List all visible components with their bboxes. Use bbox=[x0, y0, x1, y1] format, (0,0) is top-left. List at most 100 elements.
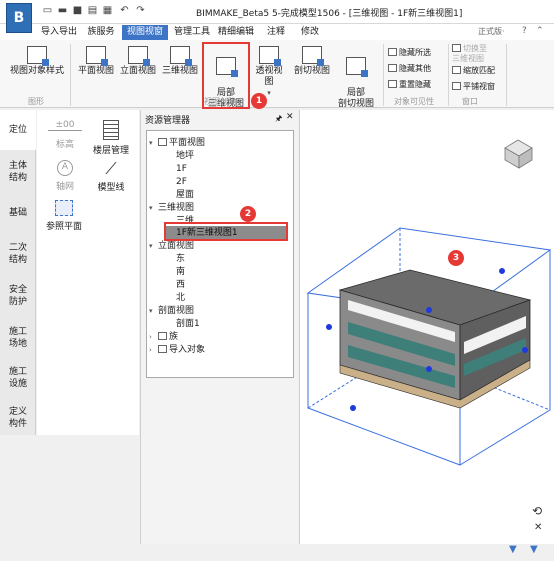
3d-viewport[interactable]: 3 ⟲ ✕ bbox=[299, 110, 554, 558]
export-icon[interactable]: ▤ bbox=[87, 5, 98, 16]
undo-icon[interactable]: ↶ bbox=[119, 5, 130, 16]
tree-node-elevation-views[interactable]: ▾ 立面视图 bbox=[149, 241, 194, 252]
close-icon[interactable]: ✕ bbox=[286, 112, 294, 122]
object-style-icon bbox=[27, 46, 49, 66]
group-label-graphics: 图形 bbox=[28, 97, 44, 106]
collapse-icon[interactable]: ▾ bbox=[149, 241, 158, 252]
ribbon-divider bbox=[70, 44, 71, 106]
local-section-view-button[interactable]: 局部 剖切视图 bbox=[336, 46, 376, 110]
left-tab-foundation[interactable]: 基础 bbox=[0, 198, 36, 228]
model-line-tool[interactable]: ⟋ 模型线 bbox=[90, 160, 132, 194]
expand-icon[interactable]: › bbox=[149, 345, 158, 356]
status-bar bbox=[0, 544, 554, 558]
reset-hide-button[interactable]: 重置隐藏 bbox=[388, 79, 431, 90]
open-folder-icon[interactable]: ▬ bbox=[57, 5, 68, 16]
tree-node-section-views[interactable]: ▾ 剖面视图 bbox=[149, 306, 194, 317]
elevation-view-button[interactable]: 立面视图 bbox=[118, 46, 158, 77]
tree-item-section-1[interactable]: 剖面1 bbox=[176, 319, 200, 330]
tab-import-export[interactable]: 导入导出 bbox=[40, 25, 78, 40]
3d-scene bbox=[306, 139, 552, 466]
tool-panel bbox=[37, 110, 139, 435]
tree-node-plan-views[interactable]: ▾ 平面视图 bbox=[149, 138, 205, 149]
collapse-icon[interactable]: ▾ bbox=[149, 203, 158, 214]
view-cube-icon[interactable] bbox=[504, 139, 533, 169]
filter-settings-icon[interactable]: ▼ bbox=[530, 544, 538, 555]
axis-net-tool[interactable]: A 轴网 bbox=[52, 160, 78, 192]
elevation-tool[interactable]: ±00 标高 bbox=[48, 120, 82, 150]
tile-icon bbox=[452, 82, 461, 90]
expand-icon[interactable]: › bbox=[149, 332, 158, 343]
tree-item-2f[interactable]: 2F bbox=[176, 177, 187, 188]
switch-to-3d-button[interactable]: 切换至 三维视图 bbox=[452, 44, 487, 64]
reference-plane-icon bbox=[55, 200, 73, 216]
left-tab-main-structure[interactable]: 主体 结构 bbox=[0, 155, 36, 189]
left-tab-safety[interactable]: 安全 防护 bbox=[0, 279, 36, 313]
collapse-icon[interactable]: ▾ bbox=[149, 138, 158, 149]
tree-node-3d-views[interactable]: ▾ 三维视图 bbox=[149, 203, 194, 214]
step-badge-2: 2 bbox=[240, 206, 256, 222]
perspective-view-button[interactable]: 透视视图 ▾ bbox=[252, 46, 286, 99]
tab-family-service[interactable]: 族服务 bbox=[82, 25, 120, 40]
tree-item-west[interactable]: 西 bbox=[176, 280, 185, 291]
tab-annotate[interactable]: 注释 bbox=[262, 25, 290, 40]
tree-item-east[interactable]: 东 bbox=[176, 254, 185, 265]
collapse-ribbon-icon[interactable]: ⌃ bbox=[536, 26, 544, 36]
tab-fine-edit[interactable]: 精细编辑 bbox=[216, 25, 256, 40]
save-icon[interactable]: ■ bbox=[72, 5, 83, 16]
tile-windows-button[interactable]: 平铺视窗 bbox=[452, 81, 495, 92]
building-model[interactable] bbox=[338, 269, 532, 409]
view-object-style-button[interactable]: 视图对象样式 bbox=[8, 46, 66, 77]
import-icon bbox=[158, 345, 167, 353]
tree-node-family[interactable]: › 族 bbox=[149, 332, 178, 343]
pin-icon[interactable]: 🖈 bbox=[275, 113, 282, 127]
left-tab-secondary-structure[interactable]: 二次 结构 bbox=[0, 237, 36, 271]
tab-modify[interactable]: 修改 bbox=[296, 25, 324, 40]
tree-item-ground[interactable]: 地坪 bbox=[176, 151, 194, 162]
ribbon-tabs: 导入导出 族服务 视图视窗 管理工具 精细编辑 注释 修改 正式版· ? ⌃ bbox=[0, 24, 554, 40]
ribbon-divider bbox=[506, 44, 507, 106]
reference-plane-tool[interactable]: 参照平面 bbox=[44, 200, 84, 232]
window-title: BIMMAKE_Beta5 5-完成模型1506 - [三维视图 - 1F新三维… bbox=[196, 9, 463, 19]
tree-node-imported-objects[interactable]: › 导入对象 bbox=[149, 345, 205, 356]
floor-management-tool[interactable]: 楼层管理 bbox=[90, 120, 132, 156]
filter-icon[interactable]: ▼ bbox=[509, 544, 517, 555]
tree-item-1f[interactable]: 1F bbox=[176, 164, 187, 175]
tab-view-window[interactable]: 视图视窗 bbox=[122, 25, 168, 40]
left-tab-define-component[interactable]: 定义 构件 bbox=[0, 401, 36, 435]
rotate-icon[interactable]: ⟲ bbox=[532, 504, 542, 518]
app-logo[interactable]: B bbox=[6, 3, 32, 33]
group-label-window: 窗口 bbox=[462, 97, 478, 106]
left-tab-construction-facility[interactable]: 施工 设施 bbox=[0, 361, 36, 395]
plan-view-icon bbox=[86, 46, 108, 66]
elevation-view-icon bbox=[128, 46, 150, 66]
tree-item-north[interactable]: 北 bbox=[176, 293, 185, 304]
left-tab-construction-site[interactable]: 施工 场地 bbox=[0, 321, 36, 355]
axis-net-icon: A bbox=[57, 160, 73, 176]
elevation-icon: ±00 bbox=[48, 120, 82, 131]
resource-manager-title: 资源管理器 bbox=[145, 116, 191, 126]
section-view-button[interactable]: 剖切视图 bbox=[292, 46, 332, 77]
new-file-icon[interactable]: ▭ bbox=[42, 5, 53, 16]
zoom-fit-button[interactable]: 缩放匹配 bbox=[452, 65, 495, 76]
floor-management-icon bbox=[103, 120, 119, 140]
tab-manage-tools[interactable]: 管理工具 bbox=[172, 25, 212, 40]
tree-item-south[interactable]: 南 bbox=[176, 267, 185, 278]
hide-selected-button[interactable]: 隐藏所选 bbox=[388, 47, 431, 58]
hide-others-button[interactable]: 隐藏其他 bbox=[388, 63, 431, 74]
3d-view-button[interactable]: 三维视图 bbox=[160, 46, 200, 77]
step-badge-3: 3 bbox=[448, 250, 464, 266]
tree-item-roof[interactable]: 屋面 bbox=[176, 190, 194, 201]
collapse-icon[interactable]: ▾ bbox=[149, 306, 158, 317]
help-icon[interactable]: ? bbox=[522, 26, 527, 36]
ribbon-divider bbox=[383, 44, 384, 106]
group-label-visibility: 对象可见性 bbox=[394, 97, 434, 106]
close-icon[interactable]: ✕ bbox=[534, 522, 542, 533]
hide-icon bbox=[388, 64, 397, 72]
redo-icon[interactable]: ↷ bbox=[135, 5, 146, 16]
left-tab-locate[interactable]: 定位 bbox=[0, 110, 36, 150]
zoom-icon bbox=[452, 66, 461, 74]
plan-view-button[interactable]: 平面视图 bbox=[76, 46, 116, 77]
print-icon[interactable]: ▦ bbox=[102, 5, 113, 16]
3d-view-icon bbox=[170, 46, 192, 66]
family-icon bbox=[158, 332, 167, 340]
